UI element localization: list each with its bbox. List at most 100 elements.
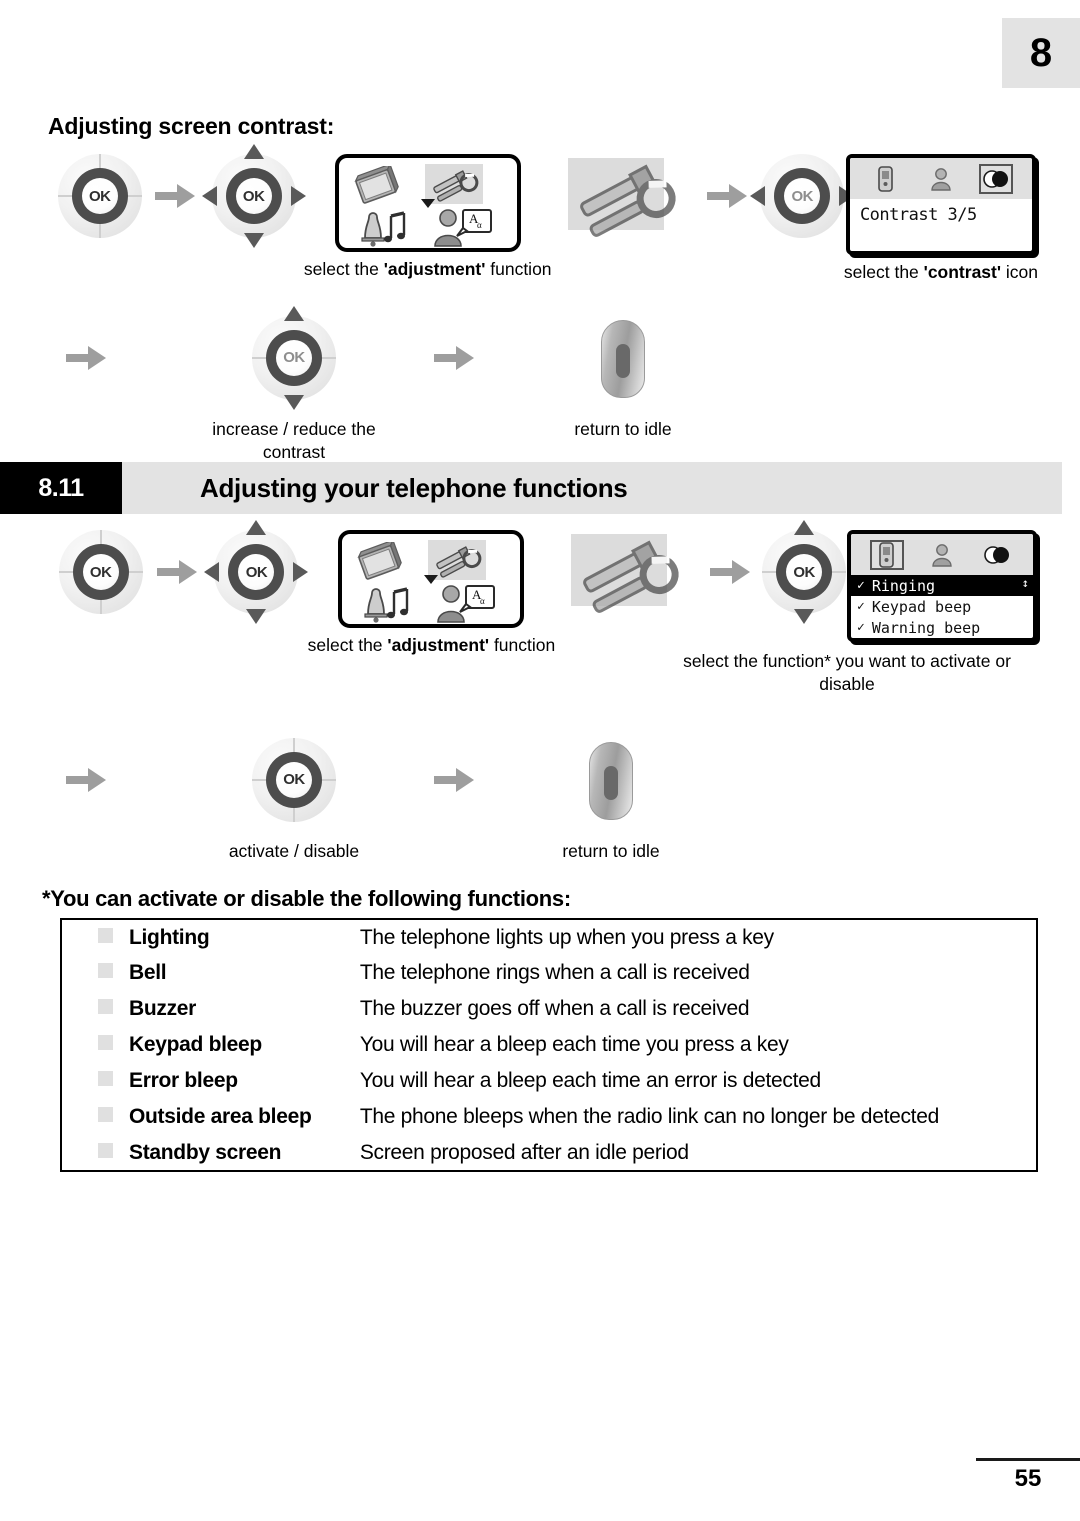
square-bullet-icon <box>98 1071 113 1087</box>
navigation-key-2-label: OK <box>238 554 275 590</box>
phonebook-icon[interactable] <box>354 538 406 589</box>
contrast-step-navigate: OK <box>201 144 306 248</box>
arrow-down-icon[interactable] <box>246 609 267 624</box>
page-number: 55 <box>1014 1465 1042 1492</box>
ok-key-label: OK <box>81 178 118 214</box>
table-bullet-cell <box>61 919 113 955</box>
functions-caption-return-idle: return to idle <box>562 840 660 861</box>
adjustment-tools-icon[interactable] <box>434 544 484 585</box>
flow-arrow-icon-8 <box>430 738 478 822</box>
check-icon: ✓ <box>857 599 865 614</box>
functions-step-select: OK <box>760 520 848 624</box>
list-item[interactable]: ✓ Warning beep <box>851 617 1033 638</box>
function-name: Standby screen <box>129 1140 282 1164</box>
chevron-down-icon <box>424 575 439 584</box>
navigation-key-vertical[interactable]: OK <box>252 305 336 410</box>
square-bullet-icon <box>98 1107 113 1123</box>
contrast-icon[interactable] <box>979 163 1014 194</box>
functions-table-heading: *You can activate or disable the followi… <box>42 886 571 912</box>
contrast-caption-select-icon: select the 'contrast' icon <box>844 261 1038 284</box>
functions-table: Lighting The telephone lights up when yo… <box>60 918 1038 1173</box>
main-menu-panel[interactable]: A α <box>334 154 521 253</box>
flow-arrow-icon-6 <box>706 530 754 614</box>
table-row: Buzzer The buzzer goes off when a call i… <box>61 991 1037 1027</box>
contrast-step-ok: OK <box>48 154 151 238</box>
table-row: Standby screen Screen proposed after an … <box>61 1135 1037 1171</box>
function-description: The phone bleeps when the radio link can… <box>359 1105 939 1129</box>
table-row: Outside area bleep The phone bleeps when… <box>61 1099 1037 1135</box>
caption-suffix: icon <box>1001 262 1038 282</box>
arrow-up-icon[interactable] <box>794 520 815 535</box>
functions-step-menu-panel: A α select the 'adjustment' function <box>308 530 555 657</box>
arrow-left-icon[interactable] <box>201 186 217 206</box>
language-person-icon[interactable]: A α <box>431 206 493 253</box>
arrow-up-icon[interactable] <box>243 144 264 159</box>
list-item[interactable]: ✓ Ringing ↕ <box>851 575 1033 596</box>
arrow-down-icon[interactable] <box>794 609 815 624</box>
arrow-up-icon[interactable] <box>246 520 267 535</box>
arrow-up-icon[interactable] <box>284 305 304 321</box>
bell-sound-icon[interactable] <box>354 584 414 629</box>
contrast-icon[interactable] <box>980 540 1014 570</box>
arrow-down-icon[interactable] <box>243 233 264 248</box>
navigation-key-2[interactable]: OK <box>204 520 309 624</box>
list-item-label: Warning beep <box>871 618 981 637</box>
ok-key[interactable]: OK <box>57 154 142 238</box>
handset-icon[interactable] <box>869 539 904 570</box>
handset-return-icon-2[interactable] <box>589 738 633 822</box>
functions-step-activate: OK activate / disable <box>168 737 420 863</box>
handset-icon[interactable] <box>869 164 903 194</box>
contrast-step-row-2: OK increase / reduce the contrast return… <box>48 305 1038 464</box>
arrow-left-icon[interactable] <box>750 186 766 206</box>
page-footer: 55 <box>976 1458 1080 1493</box>
ok-key-3[interactable]: OK <box>252 737 336 822</box>
function-description: Screen proposed after an idle period <box>359 1140 689 1164</box>
section-title: Adjusting your telephone functions <box>200 472 628 503</box>
table-bullet-cell <box>61 955 113 991</box>
bell-sound-icon[interactable] <box>351 208 411 253</box>
function-name: Keypad bleep <box>129 1033 262 1057</box>
main-menu-panel-2[interactable]: A α <box>338 530 525 629</box>
table-bullet-cell <box>61 1027 113 1063</box>
adjustment-tools-large-icon-2 <box>565 530 700 628</box>
adjustment-tools-large-icon <box>562 154 697 252</box>
flow-arrow-icon-3 <box>62 316 110 400</box>
function-description: The telephone lights up when you press a… <box>359 925 774 949</box>
arrow-down-icon[interactable] <box>284 394 304 410</box>
navigation-key-donut: OK <box>225 168 282 224</box>
functions-lcd-screen: ✓ Ringing ↕ ✓ Keypad beep ✓ Warning beep <box>847 530 1037 642</box>
table-row: Error bleep You will hear a bleep each t… <box>61 1063 1037 1099</box>
lcd-icon-bar-2 <box>851 534 1033 575</box>
function-description: You will hear a bleep each time an error… <box>359 1069 821 1093</box>
function-description: The buzzer goes off when a call is recei… <box>359 997 750 1021</box>
table-bullet-cell <box>61 991 113 1027</box>
contrast-lcd-screen: Contrast 3/5 <box>845 154 1036 255</box>
handset-hangup-key-2 <box>604 765 618 800</box>
ok-key-2-donut: OK <box>72 544 129 600</box>
function-name: Buzzer <box>129 997 197 1021</box>
language-person-icon[interactable]: A α <box>434 582 496 629</box>
navigation-key-vertical-label: OK <box>276 339 312 376</box>
navigation-key-horizontal[interactable]: OK <box>750 154 855 238</box>
check-icon: ✓ <box>857 578 865 593</box>
square-bullet-icon <box>98 999 113 1015</box>
svg-text:α: α <box>480 596 485 606</box>
scroll-indicator-icon[interactable]: ↕ <box>1022 577 1029 589</box>
function-name: Error bleep <box>129 1069 238 1093</box>
ok-key-2[interactable]: OK <box>58 530 143 614</box>
caption-bold: 'contrast' <box>923 262 1002 282</box>
person-icon[interactable] <box>924 164 958 194</box>
list-item[interactable]: ✓ Keypad beep <box>851 596 1033 617</box>
phonebook-icon[interactable] <box>351 162 403 213</box>
navigation-key[interactable]: OK <box>201 144 306 248</box>
functions-step-ok: OK <box>48 530 153 614</box>
contrast-caption-increase-reduce: increase / reduce the contrast <box>212 418 376 462</box>
arrow-left-icon[interactable] <box>204 562 220 582</box>
section-number: 8.11 <box>0 462 122 514</box>
arrow-right-icon[interactable] <box>293 562 309 582</box>
adjustment-tools-icon[interactable] <box>431 168 481 209</box>
navigation-key-3[interactable]: OK <box>762 520 847 624</box>
person-icon[interactable] <box>925 540 959 570</box>
handset-return-icon[interactable] <box>601 316 645 400</box>
table-bullet-cell <box>61 1099 113 1135</box>
